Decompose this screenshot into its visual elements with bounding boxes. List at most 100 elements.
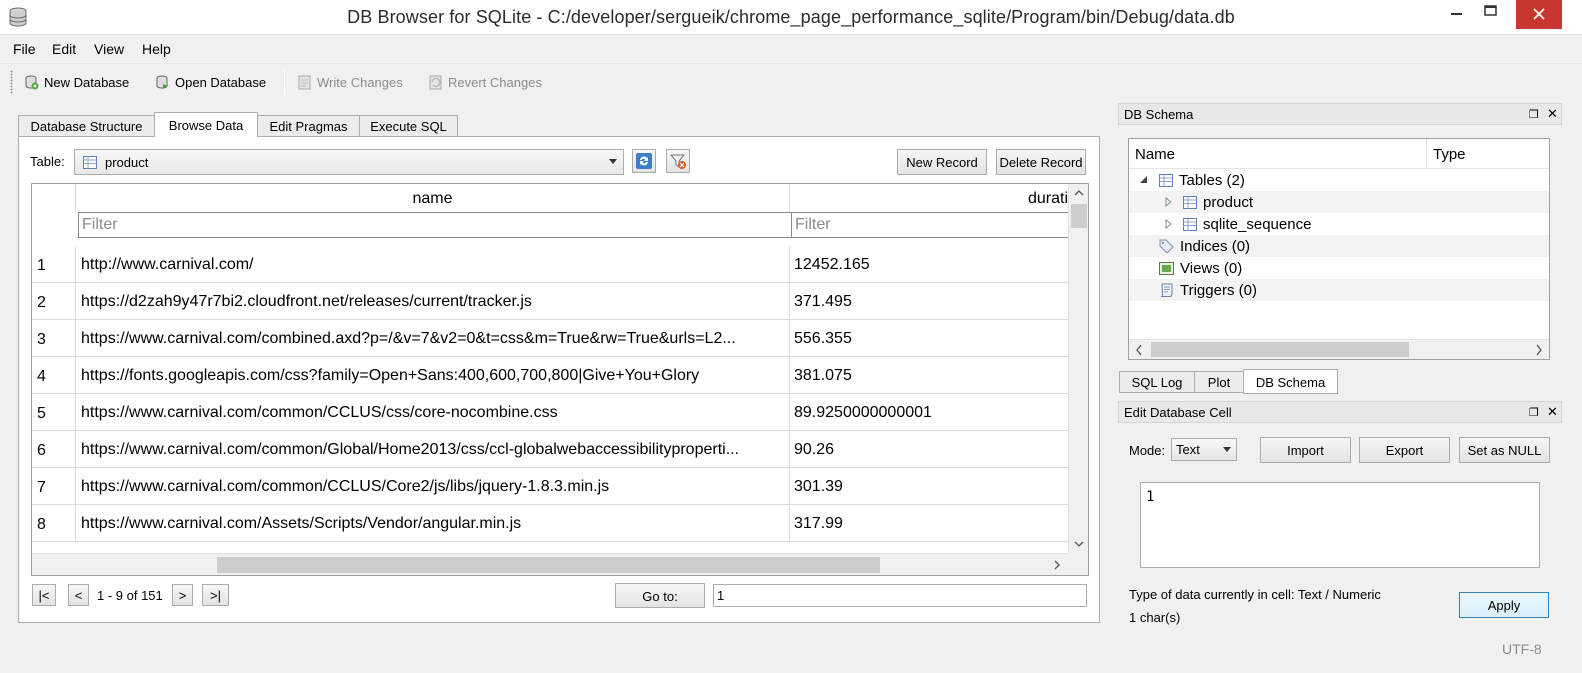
apply-button[interactable]: Apply: [1459, 592, 1549, 618]
go-to-input[interactable]: 1: [713, 584, 1087, 607]
row-index[interactable]: 5: [32, 394, 76, 430]
scroll-up-icon[interactable]: [1069, 186, 1089, 200]
column-header-name[interactable]: name: [76, 184, 790, 212]
schema-horizontal-scrollbar[interactable]: [1129, 339, 1549, 359]
tree-item-triggers[interactable]: Triggers (0): [1129, 279, 1549, 301]
cell-name[interactable]: https://www.carnival.com/common/Global/H…: [76, 431, 790, 467]
delete-record-button[interactable]: Delete Record: [996, 149, 1086, 175]
first-page-button[interactable]: |<: [32, 584, 56, 606]
new-database-button[interactable]: New Database: [24, 72, 129, 92]
cell-name[interactable]: https://fonts.googleapis.com/css?family=…: [76, 357, 790, 393]
clear-filters-button[interactable]: [666, 149, 690, 173]
menu-help[interactable]: Help: [142, 41, 171, 57]
tree-item-sqlite-sequence[interactable]: sqlite_sequence: [1129, 213, 1549, 235]
table-row[interactable]: 7 https://www.carnival.com/common/CCLUS/…: [32, 468, 1068, 505]
row-index[interactable]: 6: [32, 431, 76, 467]
column-type-header[interactable]: Type: [1433, 146, 1466, 163]
schema-scroll-thumb[interactable]: [1151, 342, 1409, 357]
menu-bar: File Edit View Help: [0, 36, 1582, 62]
cell-name[interactable]: https://www.carnival.com/Assets/Scripts/…: [76, 505, 790, 541]
table-row[interactable]: 8 https://www.carnival.com/Assets/Script…: [32, 505, 1068, 542]
next-page-button[interactable]: >: [172, 584, 193, 606]
export-button[interactable]: Export: [1359, 437, 1450, 463]
cell-duration[interactable]: 371.495: [790, 283, 1068, 319]
tab-sql-log[interactable]: SQL Log: [1119, 371, 1195, 393]
row-index[interactable]: 4: [32, 357, 76, 393]
cell-duration[interactable]: 556.355: [790, 320, 1068, 356]
cell-duration[interactable]: 317.99: [790, 505, 1068, 541]
table-row[interactable]: 2 https://d2zah9y47r7bi2.cloudfront.net/…: [32, 283, 1068, 320]
row-index[interactable]: 1: [32, 246, 76, 282]
go-to-button[interactable]: Go to:: [615, 583, 705, 608]
refresh-button[interactable]: [632, 149, 656, 173]
tab-execute-sql[interactable]: Execute SQL: [359, 115, 458, 137]
cell-duration[interactable]: 381.075: [790, 357, 1068, 393]
filter-input-name[interactable]: Filter: [78, 212, 792, 238]
column-name-header[interactable]: Name: [1135, 146, 1175, 163]
tab-edit-pragmas[interactable]: Edit Pragmas: [257, 115, 360, 137]
maximize-button[interactable]: [1474, 0, 1508, 29]
cell-name[interactable]: https://www.carnival.com/common/CCLUS/cs…: [76, 394, 790, 430]
tab-db-schema[interactable]: DB Schema: [1243, 369, 1338, 394]
cell-name[interactable]: http://www.carnival.com/: [76, 246, 790, 282]
tree-item-views[interactable]: Views (0): [1129, 257, 1549, 279]
row-index[interactable]: 3: [32, 320, 76, 356]
scroll-right-icon[interactable]: [1050, 554, 1064, 576]
tree-item-product[interactable]: product: [1129, 191, 1549, 213]
close-window-button[interactable]: [1516, 0, 1562, 29]
tree-item-indices[interactable]: Indices (0): [1129, 235, 1549, 257]
undock-icon[interactable]: ❐: [1529, 406, 1539, 419]
table-row[interactable]: 6 https://www.carnival.com/common/Global…: [32, 431, 1068, 468]
menu-view[interactable]: View: [94, 41, 124, 57]
column-header-duration[interactable]: durati: [790, 184, 1068, 212]
set-as-null-button[interactable]: Set as NULL: [1459, 437, 1550, 463]
table-row[interactable]: 1 http://www.carnival.com/ 12452.165: [32, 246, 1068, 283]
scroll-right-icon[interactable]: [1532, 340, 1546, 360]
row-index[interactable]: 7: [32, 468, 76, 504]
table-row[interactable]: 4 https://fonts.googleapis.com/css?famil…: [32, 357, 1068, 394]
table-row[interactable]: 5 https://www.carnival.com/common/CCLUS/…: [32, 394, 1068, 431]
cell-name[interactable]: https://www.carnival.com/common/CCLUS/Co…: [76, 468, 790, 504]
row-index[interactable]: 8: [32, 505, 76, 541]
cell-duration[interactable]: 12452.165: [790, 246, 1068, 282]
close-dock-icon[interactable]: ✕: [1547, 106, 1558, 122]
window-title: DB Browser for SQLite - C:/developer/ser…: [347, 7, 1235, 27]
horizontal-scrollbar[interactable]: [32, 553, 1068, 575]
cell-name[interactable]: https://www.carnival.com/combined.axd?p=…: [76, 320, 790, 356]
cell-name[interactable]: https://d2zah9y47r7bi2.cloudfront.net/re…: [76, 283, 790, 319]
table-row[interactable]: 3 https://www.carnival.com/combined.axd?…: [32, 320, 1068, 357]
open-database-button[interactable]: Open Database: [155, 72, 266, 92]
cell-duration[interactable]: 89.9250000000001: [790, 394, 1068, 430]
tab-plot[interactable]: Plot: [1194, 371, 1244, 393]
minimize-button[interactable]: [1440, 0, 1474, 29]
scroll-left-icon[interactable]: [1132, 340, 1146, 360]
revert-changes-button[interactable]: Revert Changes: [428, 72, 542, 92]
filter-input-duration[interactable]: Filter: [791, 212, 1068, 238]
horizontal-scroll-thumb[interactable]: [217, 557, 880, 573]
menu-edit[interactable]: Edit: [52, 41, 76, 57]
vertical-scroll-thumb[interactable]: [1071, 204, 1087, 228]
undock-icon[interactable]: ❐: [1529, 108, 1539, 121]
write-changes-button[interactable]: Write Changes: [297, 72, 403, 92]
menu-file[interactable]: File: [13, 41, 36, 57]
clear-filter-icon: [669, 154, 686, 169]
open-database-icon: [156, 75, 168, 89]
tab-browse-data[interactable]: Browse Data: [154, 112, 258, 137]
cell-duration[interactable]: 301.39: [790, 468, 1068, 504]
import-button[interactable]: Import: [1260, 437, 1351, 463]
last-page-button[interactable]: >|: [202, 584, 229, 606]
write-changes-label: Write Changes: [317, 74, 403, 90]
new-record-button[interactable]: New Record: [897, 149, 987, 175]
row-index[interactable]: 2: [32, 283, 76, 319]
previous-page-button[interactable]: <: [68, 584, 89, 606]
cell-duration[interactable]: 90.26: [790, 431, 1068, 467]
table-select[interactable]: product: [74, 149, 624, 175]
close-dock-icon[interactable]: ✕: [1547, 404, 1558, 420]
scroll-down-icon[interactable]: [1069, 537, 1089, 551]
title-bar: DB Browser for SQLite - C:/developer/ser…: [0, 0, 1582, 35]
tab-database-structure[interactable]: Database Structure: [18, 115, 155, 137]
vertical-scrollbar[interactable]: [1068, 184, 1088, 553]
tree-item-tables[interactable]: Tables (2): [1129, 169, 1549, 191]
mode-select[interactable]: Text: [1171, 438, 1237, 461]
cell-value-editor[interactable]: 1: [1140, 482, 1540, 568]
